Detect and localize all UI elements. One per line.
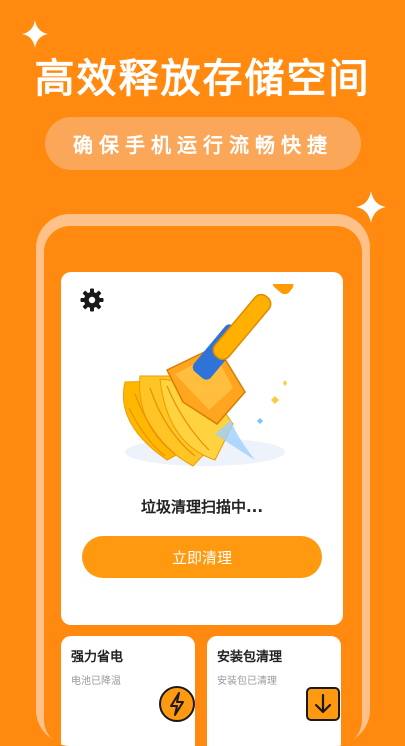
apk-cleanup-card[interactable]: 安装包清理 安装包已清理	[207, 636, 341, 746]
power-saving-subtitle: 电池已降温	[71, 676, 121, 687]
power-saving-card[interactable]: 强力省电 电池已降温	[61, 636, 195, 746]
broom-illustration	[122, 284, 294, 467]
scan-status-text: 垃圾清理扫描中...	[140, 498, 264, 516]
apk-cleanup-subtitle: 安装包已清理	[217, 676, 277, 687]
promo-subtitle: 确保手机运行流畅快捷	[45, 117, 361, 170]
cleaner-card: 垃圾清理扫描中... 立即清理	[61, 272, 343, 625]
apk-cleanup-title: 安装包清理	[217, 650, 283, 665]
lightning-icon	[159, 686, 195, 722]
sparkle-top-left-icon	[22, 20, 48, 48]
clean-now-button[interactable]: 立即清理	[82, 536, 322, 578]
power-saving-title: 强力省电	[71, 650, 124, 665]
download-icon	[306, 687, 340, 721]
promo-headline: 高效释放存储空间	[34, 56, 371, 102]
sparkle-right-icon	[356, 190, 386, 224]
phone-screen: 垃圾清理扫描中... 立即清理 强力省电 电池已降温 安装包清理 安装包已清理	[44, 226, 362, 746]
gear-icon[interactable]	[80, 288, 104, 312]
